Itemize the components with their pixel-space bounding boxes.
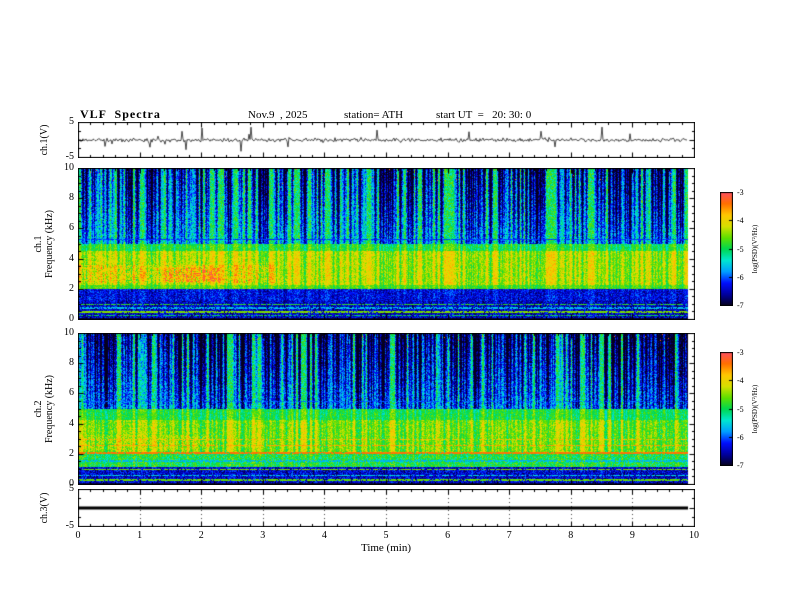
ch1-waveform-panel [78,122,695,158]
time-tick-label: 1 [137,530,143,541]
start-ut-label: start UT = 20: 30: 0 [436,109,532,121]
colorbar-ch2-tick-label: -5 [737,404,744,414]
colorbar-ch1-tick-label: -3 [737,188,744,197]
ch3-volt-tick-label: -5 [65,520,74,531]
figure-title: VLF Spectra [80,107,161,121]
ch1-freq-tick-label: 2 [69,282,74,294]
ch3-waveform-panel [78,489,695,527]
time-tick-label: 2 [198,530,204,541]
colorbar-ch2-tick-label: -4 [737,376,744,386]
ch1-spectrogram-panel [78,168,695,320]
ch2-spectrogram-panel [78,333,695,485]
ch1-freq-tick-label: 0 [69,313,74,324]
time-tick-label: 4 [321,530,327,541]
ch1-freq-tick-label: 4 [69,252,74,264]
time-axis-title: Time (min) [360,542,411,554]
station-label: station= ATH [344,109,404,121]
ch2-freq-tick-label: 10 [64,327,74,338]
ch3-volt-tick-label: 5 [69,483,74,494]
ch1-spectrogram-ylabel-channel: ch.1 [33,235,44,253]
time-tick-label: 0 [75,530,81,541]
ch2-spectrogram-ylabel-channel: ch.2 [33,400,44,418]
time-tick-label: 9 [629,530,635,541]
time-tick-label: 7 [506,530,512,541]
ch2-freq-tick-label: 4 [69,417,74,429]
vlf-spectra-figure: VLF Spectra Nov.9 , 2025 station= ATH st… [0,0,792,612]
ch2-freq-tick-label: 2 [69,447,74,459]
time-tick-label: 5 [383,530,389,541]
figure-date: Nov.9 , 2025 [248,109,308,121]
ch1-freq-tick-label: 8 [69,192,74,204]
ch2-freq-tick-label: 8 [69,357,74,369]
colorbar-ch1-tick-label: -7 [737,301,744,310]
ch1-volt-tick-label: -5 [65,151,74,162]
colorbar-ch2-tick-label: -3 [737,348,744,357]
time-tick-label: 6 [445,530,451,541]
colorbar-ch1 [720,192,733,306]
ch1-freq-tick-label: 6 [69,222,74,234]
time-tick-label: 8 [568,530,574,541]
time-tick-label: 10 [689,530,699,541]
colorbar-ch1-tick-label: -5 [737,244,744,254]
colorbar-ch2 [720,352,733,466]
colorbar-ch1-tick-label: -4 [737,216,744,226]
colorbar-ch2-tick-label: -6 [737,432,744,442]
colorbar-ch2-tick-label: -7 [737,461,744,470]
ch2-freq-tick-label: 6 [69,387,74,399]
colorbar-ch1-tick-label: -6 [737,272,744,282]
ch1-volt-tick-label: 5 [69,116,74,127]
ch1-freq-tick-label: 10 [64,162,74,173]
time-tick-label: 3 [260,530,266,541]
